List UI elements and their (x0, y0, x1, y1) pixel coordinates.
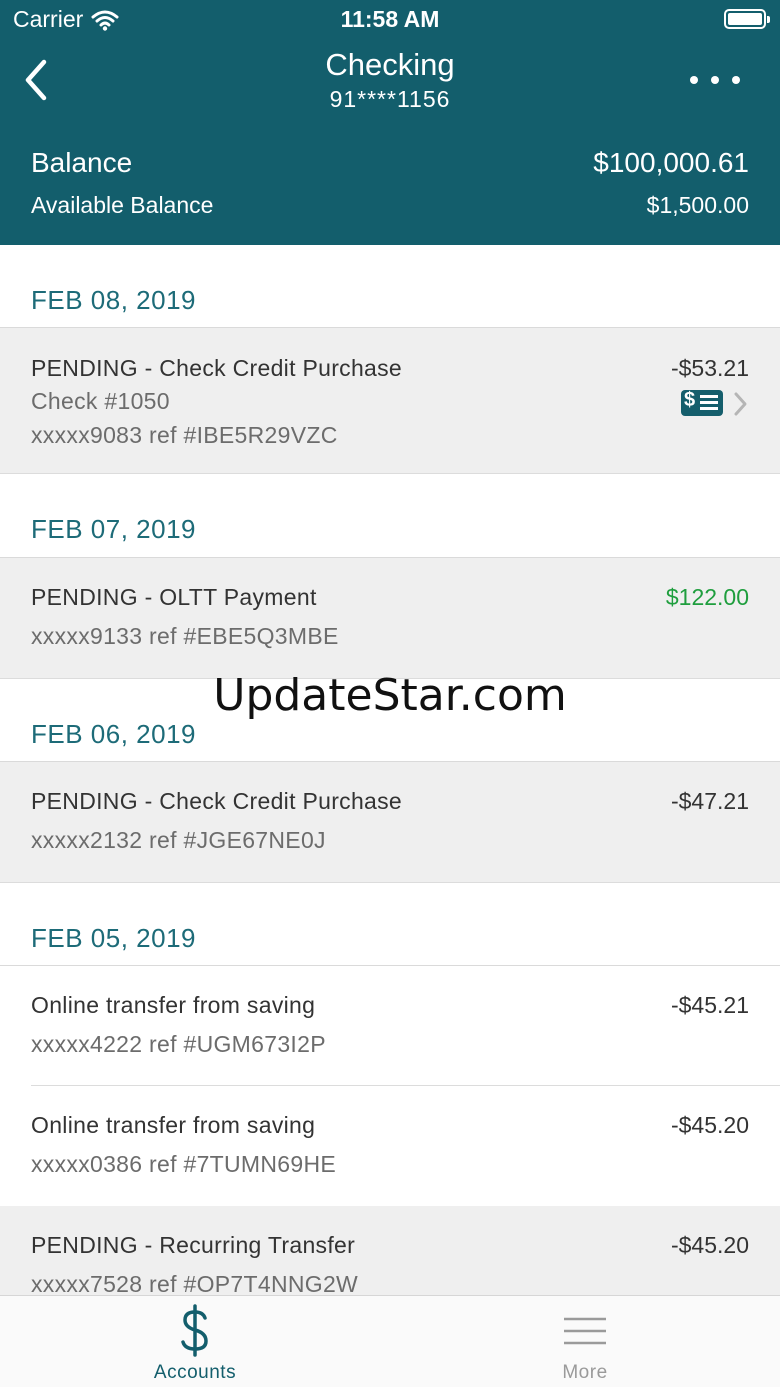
account-header: Carrier 11:58 AM Checking 91****1156 Bal… (0, 0, 780, 245)
transaction-amount: -$45.20 (670, 1112, 749, 1138)
account-number: 91****1156 (329, 86, 451, 112)
transaction-row[interactable]: Online transfer from saving xxxxx0386 re… (0, 1086, 780, 1206)
transaction-amount: -$53.21 (670, 355, 749, 381)
date-header: FEB 07, 2019 (0, 474, 780, 558)
transaction-list[interactable]: FEB 08, 2019 PENDING - Check Credit Purc… (0, 245, 780, 1295)
balance-value: $100,000.61 (593, 147, 749, 178)
transaction-reference: xxxxx7528 ref #OP7T4NNG2W (31, 1271, 359, 1295)
transaction-reference: xxxxx9083 ref #IBE5R29VZC (31, 422, 338, 448)
transaction-reference: xxxxx4222 ref #UGM673I2P (31, 1031, 326, 1057)
transaction-reference: xxxxx0386 ref #7TUMN69HE (31, 1151, 337, 1177)
transaction-description: PENDING - Recurring Transfer (31, 1232, 356, 1258)
transaction-description: PENDING - OLTT Payment (31, 584, 317, 610)
transaction-amount: -$45.20 (670, 1232, 749, 1258)
date-header: FEB 08, 2019 (0, 245, 780, 328)
date-label: FEB 08, 2019 (31, 285, 196, 315)
transaction-description: Online transfer from saving (31, 1112, 316, 1138)
transaction-row[interactable]: PENDING - OLTT Payment xxxxx9133 ref #EB… (0, 558, 780, 679)
tab-more-label: More (562, 1362, 608, 1383)
ellipsis-icon (690, 76, 698, 84)
transaction-description: PENDING - Check Credit Purchase (31, 788, 403, 814)
transaction-amount: $122.00 (665, 584, 749, 610)
date-label: FEB 06, 2019 (31, 719, 196, 749)
tab-accounts[interactable]: Accounts (0, 1296, 390, 1387)
transaction-reference: xxxxx2132 ref #JGE67NE0J (31, 827, 326, 853)
dollar-icon (0, 1304, 390, 1363)
tab-accounts-label: Accounts (153, 1362, 237, 1383)
transaction-row[interactable]: PENDING - Check Credit Purchase xxxxx213… (0, 762, 780, 883)
transaction-row[interactable]: PENDING - Check Credit Purchase Check #1… (0, 328, 780, 474)
transaction-row[interactable]: Online transfer from saving xxxxx4222 re… (0, 966, 780, 1086)
date-label: FEB 05, 2019 (31, 923, 196, 953)
battery-icon (724, 9, 770, 29)
page-title: Checking (325, 47, 455, 82)
status-bar: Carrier 11:58 AM (0, 0, 780, 40)
transaction-row[interactable]: PENDING - Recurring Transfer xxxxx7528 r… (0, 1206, 780, 1295)
more-options-button[interactable] (690, 65, 740, 95)
transaction-description: Online transfer from saving (31, 992, 316, 1018)
tab-bar: Accounts More (0, 1295, 780, 1387)
date-header: FEB 05, 2019 (0, 883, 780, 966)
status-time: 11:58 AM (340, 6, 440, 32)
hamburger-icon (390, 1316, 780, 1351)
date-label: FEB 07, 2019 (31, 514, 196, 544)
transaction-check-number: Check #1050 (31, 388, 170, 414)
chevron-right-icon (734, 392, 747, 416)
balance-label: Balance (31, 147, 133, 178)
transaction-reference: xxxxx9133 ref #EBE5Q3MBE (31, 623, 339, 649)
available-balance-value: $1,500.00 (646, 192, 749, 218)
watermark-text: UpdateStar.com (213, 670, 567, 721)
transaction-amount: -$47.21 (670, 788, 749, 814)
available-balance-label: Available Balance (31, 192, 214, 218)
transaction-description: PENDING - Check Credit Purchase (31, 355, 403, 381)
tab-more[interactable]: More (390, 1296, 780, 1387)
check-image-icon[interactable]: $ (681, 389, 723, 416)
transaction-amount: -$45.21 (670, 992, 749, 1018)
